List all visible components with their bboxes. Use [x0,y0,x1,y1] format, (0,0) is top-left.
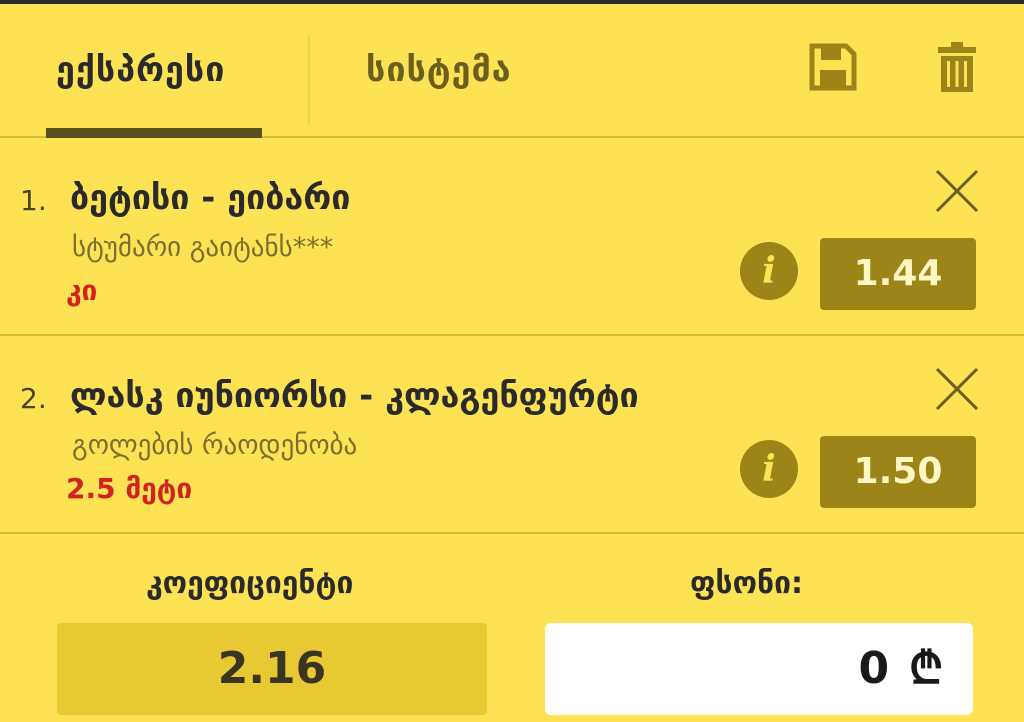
remove-bet-button[interactable] [934,366,980,412]
info-icon[interactable]: i [740,242,798,300]
bet-market: გოლების რაოდენობა [72,430,358,461]
close-icon [935,169,979,213]
bet-item: 2. ლასკ იუნიორსი - კლაგენფურტი გოლების რ… [0,336,1024,534]
tab-divider [308,34,310,126]
bet-event-title: ლასკ იუნიორსი - კლაგენფურტი [70,376,639,416]
tab-system[interactable]: სისტემა [366,50,512,90]
currency-symbol: ₾ [909,643,943,694]
bet-event-title: ბეტისი - ეიბარი [70,178,351,218]
remove-bet-button[interactable] [934,168,980,214]
total-coefficient: 2.16 [57,623,487,715]
stake-input[interactable]: 0 ₾ [545,623,973,715]
trash-icon[interactable] [938,42,976,98]
tab-express[interactable]: ექსპრესი [56,50,225,90]
coefficient-label: კოეფიციენტი [146,566,354,601]
bet-pick: 2.5 მეტი [66,472,193,505]
save-icon[interactable] [808,42,858,96]
close-icon [935,367,979,411]
stake-label: ფსონი: [690,566,803,601]
bet-market: სტუმარი გაიტანს*** [72,232,334,263]
bet-odds[interactable]: 1.50 [820,436,976,508]
bet-number: 2. [20,382,47,415]
bet-odds[interactable]: 1.44 [820,238,976,310]
info-icon[interactable]: i [740,440,798,498]
bet-item: 1. ბეტისი - ეიბარი სტუმარი გაიტანს*** კი… [0,138,1024,336]
bet-slip-header: ექსპრესი სისტემა [0,4,1024,138]
active-tab-indicator [46,128,262,138]
bet-number: 1. [20,184,47,217]
stake-value: 0 [858,643,890,694]
bet-pick: კი [66,274,98,307]
